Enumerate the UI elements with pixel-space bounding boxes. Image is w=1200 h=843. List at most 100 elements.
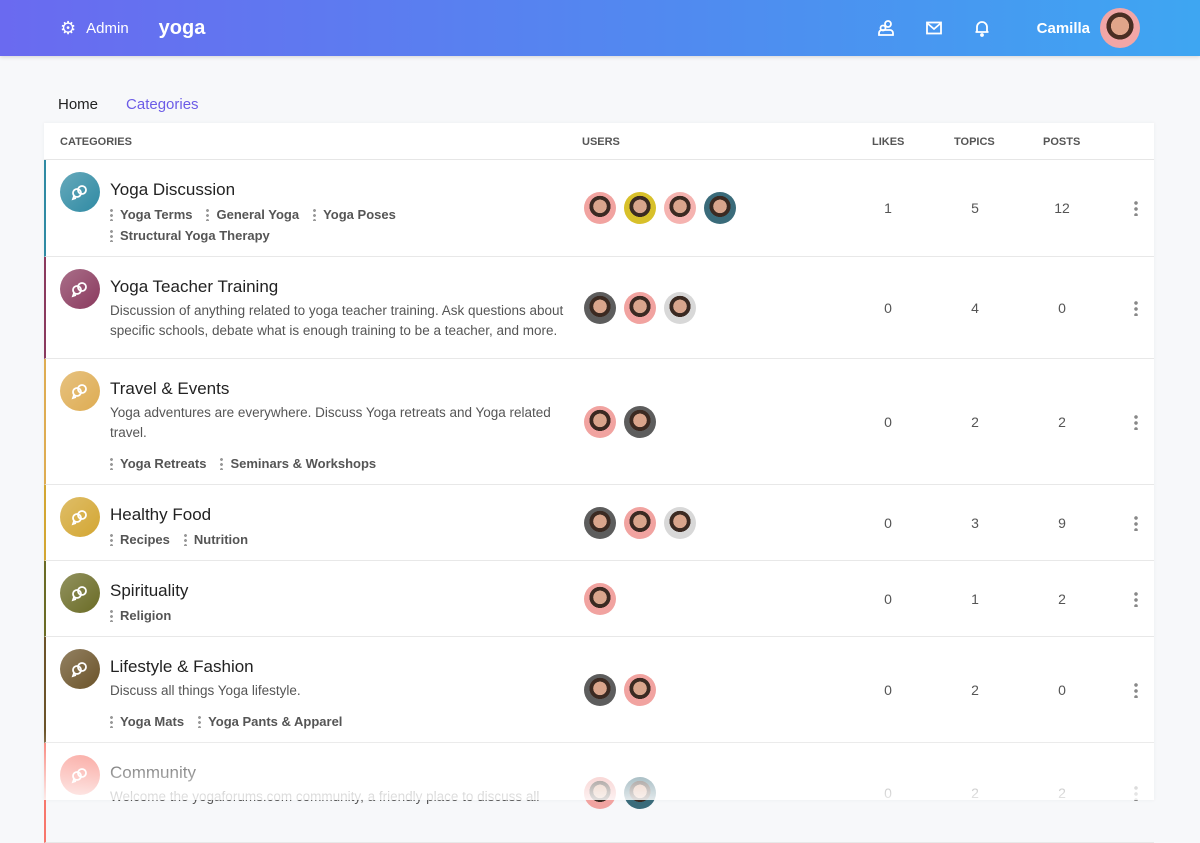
col-users: USERS bbox=[582, 136, 620, 148]
more-options-icon[interactable] bbox=[1134, 414, 1138, 430]
col-topics: TOPICS bbox=[954, 136, 995, 148]
posts-count: 2 bbox=[1042, 591, 1082, 607]
groups-icon[interactable] bbox=[877, 19, 895, 37]
user-avatar[interactable] bbox=[584, 674, 616, 706]
tabs: Home Categories bbox=[44, 88, 213, 125]
tab-categories[interactable]: Categories bbox=[112, 88, 213, 125]
category-row[interactable]: Yoga Discussion Yoga TermsGeneral YogaYo… bbox=[44, 160, 1154, 257]
user-avatar[interactable] bbox=[624, 674, 656, 706]
subcategory-link[interactable]: Religion bbox=[110, 605, 171, 626]
user-avatar[interactable] bbox=[704, 192, 736, 224]
user-avatar[interactable] bbox=[624, 292, 656, 324]
likes-count: 0 bbox=[868, 682, 908, 698]
category-row[interactable]: Yoga Teacher Training Discussion of anyt… bbox=[44, 257, 1154, 359]
likes-count: 0 bbox=[868, 414, 908, 430]
top-bar: ⚙ Admin yoga Camilla bbox=[0, 0, 1200, 56]
bell-icon[interactable] bbox=[973, 19, 991, 37]
posts-count: 12 bbox=[1042, 200, 1082, 216]
category-description: Discussion of anything related to yoga t… bbox=[110, 301, 580, 341]
user-avatar[interactable] bbox=[584, 583, 616, 615]
user-name[interactable]: Camilla bbox=[1037, 20, 1090, 37]
col-posts: POSTS bbox=[1043, 136, 1080, 148]
subcategory-link[interactable]: Seminars & Workshops bbox=[220, 453, 376, 474]
more-options-icon[interactable] bbox=[1134, 682, 1138, 698]
category-description: Discuss all things Yoga lifestyle. bbox=[110, 681, 580, 701]
scroll-fade bbox=[44, 730, 1154, 800]
topics-count: 4 bbox=[955, 300, 995, 316]
likes-count: 0 bbox=[868, 591, 908, 607]
user-avatar[interactable] bbox=[664, 292, 696, 324]
tab-home[interactable]: Home bbox=[44, 88, 112, 125]
category-title[interactable]: Healthy Food bbox=[110, 505, 580, 525]
likes-count: 0 bbox=[868, 515, 908, 531]
subcategory-link[interactable]: Yoga Retreats bbox=[110, 453, 206, 474]
col-likes: LIKES bbox=[872, 136, 904, 148]
user-avatar[interactable] bbox=[584, 406, 616, 438]
posts-count: 0 bbox=[1042, 682, 1082, 698]
category-row[interactable]: Lifestyle & Fashion Discuss all things Y… bbox=[44, 637, 1154, 743]
subcategory-list: Yoga Terms General Yoga Yoga Poses Structur… bbox=[110, 204, 580, 246]
category-title[interactable]: Yoga Teacher Training bbox=[110, 277, 580, 297]
user-avatar[interactable] bbox=[584, 507, 616, 539]
category-icon bbox=[60, 269, 100, 309]
category-row[interactable]: Travel & Events Yoga adventures are ever… bbox=[44, 359, 1154, 485]
user-avatar[interactable] bbox=[624, 507, 656, 539]
category-users bbox=[584, 406, 656, 438]
likes-count: 1 bbox=[868, 200, 908, 216]
subcategory-link[interactable]: Recipes bbox=[110, 529, 170, 550]
category-users bbox=[584, 292, 696, 324]
more-options-icon[interactable] bbox=[1134, 515, 1138, 531]
user-avatar[interactable] bbox=[1100, 8, 1140, 48]
topics-count: 1 bbox=[955, 591, 995, 607]
user-avatar[interactable] bbox=[664, 507, 696, 539]
posts-count: 0 bbox=[1042, 300, 1082, 316]
gear-icon: ⚙ bbox=[60, 18, 76, 39]
admin-label: Admin bbox=[86, 20, 129, 37]
user-avatar[interactable] bbox=[624, 192, 656, 224]
category-title[interactable]: Travel & Events bbox=[110, 379, 580, 399]
more-options-icon[interactable] bbox=[1134, 300, 1138, 316]
col-categories: CATEGORIES bbox=[60, 136, 132, 148]
category-title[interactable]: Yoga Discussion bbox=[110, 180, 580, 200]
category-icon bbox=[60, 573, 100, 613]
categories-table: CATEGORIES USERS LIKES TOPICS POSTS Yoga… bbox=[44, 123, 1154, 800]
subcategory-link[interactable]: Yoga Pants & Apparel bbox=[198, 711, 342, 732]
mail-icon[interactable] bbox=[925, 19, 943, 37]
user-avatar[interactable] bbox=[584, 292, 616, 324]
subcategory-link[interactable]: Yoga Mats bbox=[110, 711, 184, 732]
more-options-icon[interactable] bbox=[1134, 591, 1138, 607]
category-users bbox=[584, 507, 696, 539]
brand-logo[interactable]: yoga bbox=[159, 17, 206, 40]
category-users bbox=[584, 583, 616, 615]
subcategory-link[interactable]: Structural Yoga Therapy bbox=[110, 225, 270, 246]
posts-count: 2 bbox=[1042, 414, 1082, 430]
subcategory-list: Recipes Nutrition bbox=[110, 529, 580, 550]
user-avatar[interactable] bbox=[584, 192, 616, 224]
category-icon bbox=[60, 649, 100, 689]
topics-count: 3 bbox=[955, 515, 995, 531]
category-icon bbox=[60, 497, 100, 537]
subcategory-link[interactable]: Yoga Terms bbox=[110, 204, 192, 225]
subcategory-list: Yoga Mats Yoga Pants & Apparel bbox=[110, 711, 580, 732]
likes-count: 0 bbox=[868, 300, 908, 316]
topics-count: 5 bbox=[955, 200, 995, 216]
user-avatar[interactable] bbox=[664, 192, 696, 224]
subcategory-link[interactable]: Yoga Poses bbox=[313, 204, 396, 225]
subcategory-list: Religion bbox=[110, 605, 580, 626]
category-users bbox=[584, 674, 656, 706]
category-description: Yoga adventures are everywhere. Discuss … bbox=[110, 403, 580, 443]
posts-count: 9 bbox=[1042, 515, 1082, 531]
category-row[interactable]: Healthy Food Recipes Nutrition 0 3 9 bbox=[44, 485, 1154, 561]
table-header: CATEGORIES USERS LIKES TOPICS POSTS bbox=[44, 123, 1154, 160]
subcategory-link[interactable]: Nutrition bbox=[184, 529, 248, 550]
subcategory-list: Yoga Retreats Seminars & Workshops bbox=[110, 453, 580, 474]
category-row[interactable]: Spirituality Religion 0 1 2 bbox=[44, 561, 1154, 637]
admin-link[interactable]: ⚙ Admin bbox=[60, 18, 129, 39]
more-options-icon[interactable] bbox=[1134, 200, 1138, 216]
category-title[interactable]: Spirituality bbox=[110, 581, 580, 601]
category-icon bbox=[60, 371, 100, 411]
category-icon bbox=[60, 172, 100, 212]
subcategory-link[interactable]: General Yoga bbox=[206, 204, 299, 225]
category-title[interactable]: Lifestyle & Fashion bbox=[110, 657, 580, 677]
user-avatar[interactable] bbox=[624, 406, 656, 438]
